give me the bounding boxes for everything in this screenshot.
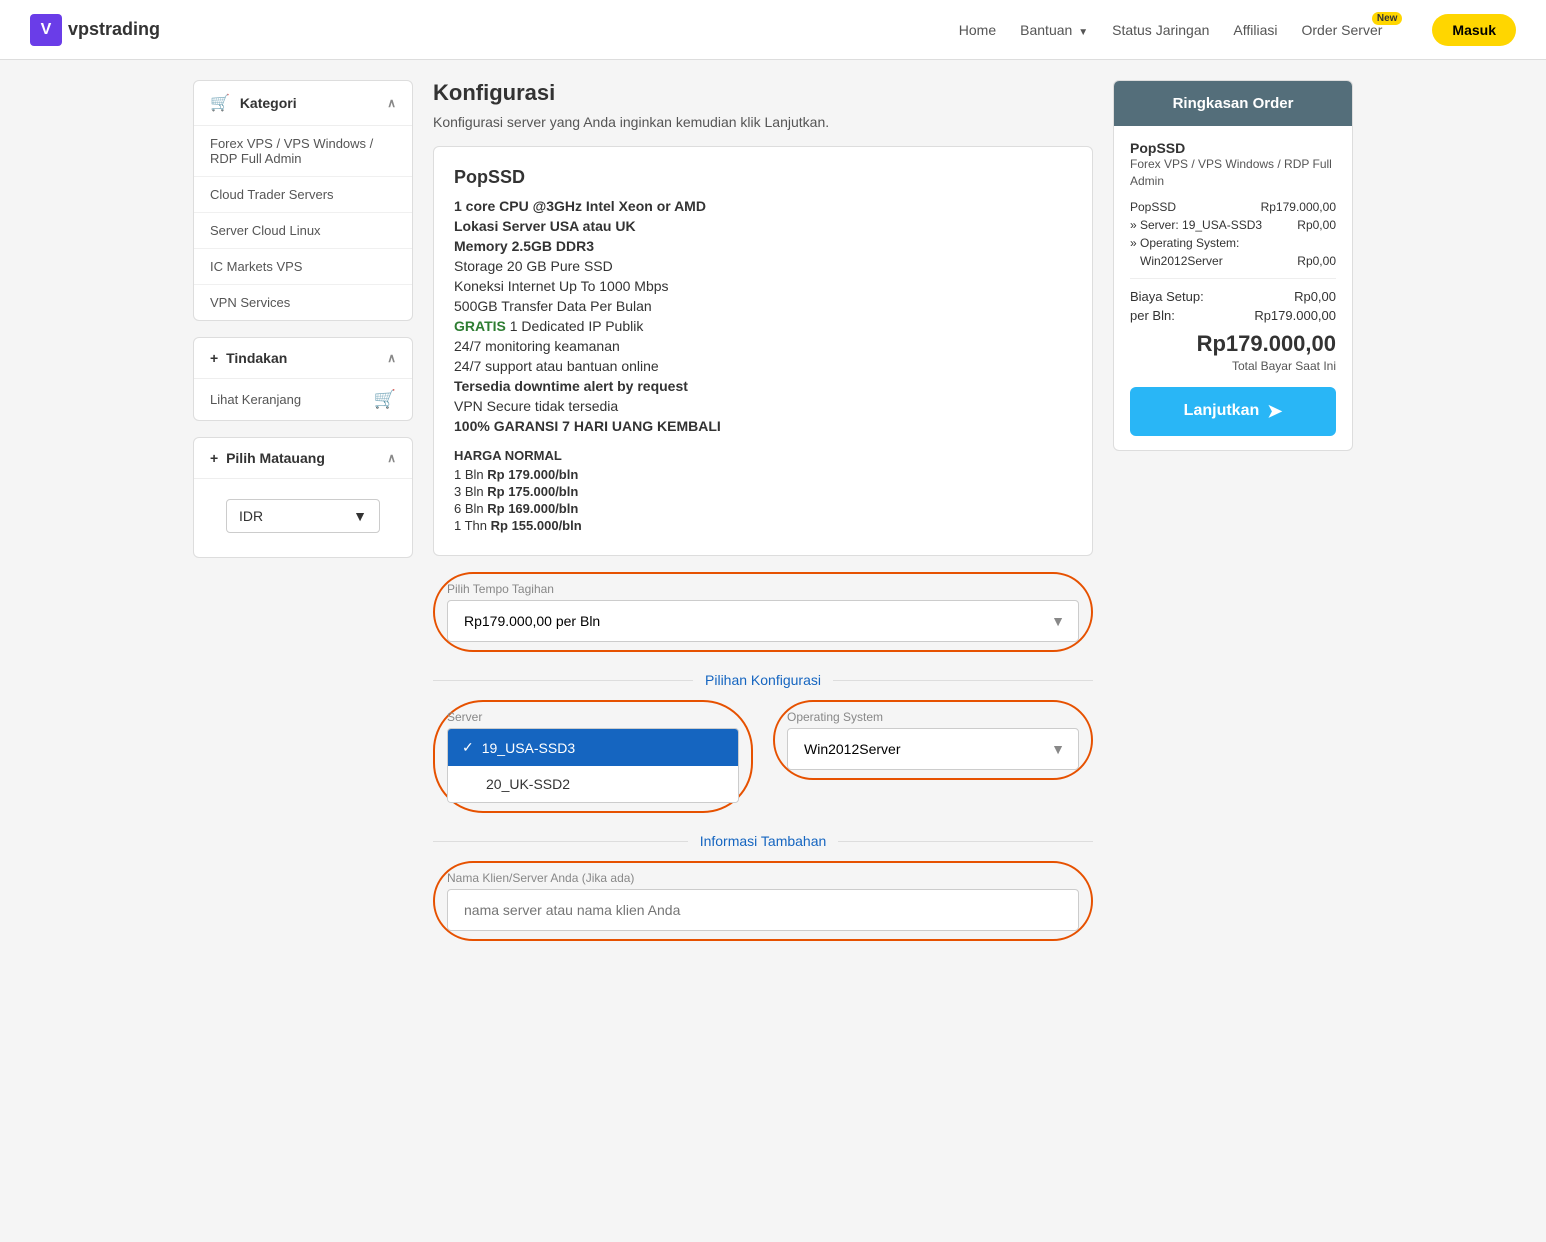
plus-matauang-icon: + [210, 450, 218, 466]
summary-body: PopSSD Forex VPS / VPS Windows / RDP Ful… [1114, 126, 1352, 450]
tindakan-card: + Tindakan ∧ Lihat Keranjang 🛒 [193, 337, 413, 421]
summary-divider [1130, 278, 1336, 279]
server-option-2[interactable]: 20_UK-SSD2 [448, 766, 738, 802]
spec-support: 24/7 support atau bantuan online [454, 358, 1072, 374]
os-annotation: Operating System Win2012Server Win2016Se… [773, 700, 1093, 780]
spec-downtime: Tersedia downtime alert by request [454, 378, 1072, 394]
pricing-section: HARGA NORMAL 1 Bln Rp 179.000/bln 3 Bln … [454, 448, 1072, 533]
additional-divider: Informasi Tambahan [433, 833, 1093, 849]
keranjang-cart-icon: 🛒 [374, 389, 396, 410]
spec-garansi: 100% GARANSI 7 HARI UANG KEMBALI [454, 418, 1072, 434]
kategori-chevron: ∧ [387, 96, 396, 110]
new-badge: New [1372, 12, 1403, 25]
tindakan-chevron: ∧ [387, 351, 396, 365]
spec-lokasi: Lokasi Server USA atau UK [454, 218, 1072, 234]
kategori-header[interactable]: 🛒 Kategori ∧ [194, 81, 412, 126]
summary-per-bln: per Bln: Rp179.000,00 [1130, 308, 1336, 323]
lihat-keranjang-button[interactable]: Lihat Keranjang 🛒 [194, 379, 412, 420]
nav-status[interactable]: Status Jaringan [1112, 22, 1209, 38]
nav-order-server[interactable]: Order Server New [1302, 22, 1383, 38]
os-label: Operating System [787, 710, 1079, 724]
matauang-card: + Pilih Matauang ∧ IDR ▼ [193, 437, 413, 558]
product-card: PopSSD 1 core CPU @3GHz Intel Xeon or AM… [433, 146, 1093, 556]
billing-annotation: Pilih Tempo Tagihan Rp179.000,00 per Bln… [433, 572, 1093, 652]
header: V vpstrading Home Bantuan ▼ Status Jarin… [0, 0, 1546, 60]
spec-ip: GRATIS 1 Dedicated IP Publik [454, 318, 1072, 334]
matauang-chevron: ∧ [387, 451, 396, 465]
nav-home[interactable]: Home [959, 22, 996, 38]
summary-line-os-label: » Operating System: [1130, 236, 1336, 250]
matauang-header[interactable]: + Pilih Matauang ∧ [194, 438, 412, 479]
content-area: Konfigurasi Konfigurasi server yang Anda… [433, 80, 1093, 941]
kategori-card: 🛒 Kategori ∧ Forex VPS / VPS Windows / R… [193, 80, 413, 321]
cart-kategori-icon: 🛒 [210, 95, 230, 112]
nav-bantuan[interactable]: Bantuan ▼ [1020, 22, 1088, 38]
pricing-title: HARGA NORMAL [454, 448, 1072, 463]
billing-label: Pilih Tempo Tagihan [447, 582, 1079, 596]
spec-monitoring: 24/7 monitoring keamanan [454, 338, 1072, 354]
logo-text: vpstrading [68, 19, 160, 40]
config-row: Server ✓ 19_USA-SSD3 20_UK-SSD2 [433, 700, 1093, 813]
tindakan-header[interactable]: + Tindakan ∧ [194, 338, 412, 379]
currency-select[interactable]: IDR ▼ [226, 499, 380, 533]
summary-product-cat: Forex VPS / VPS Windows / RDP Full Admin [1130, 156, 1336, 190]
os-select-wrapper: Win2012Server Win2016Server Win2019Serve… [787, 728, 1079, 770]
spec-cpu: 1 core CPU @3GHz Intel Xeon or AMD [454, 198, 1072, 214]
sidebar-item-ic-markets[interactable]: IC Markets VPS [194, 249, 412, 285]
summary-header: Ringkasan Order [1114, 81, 1352, 126]
summary-total-price: Rp179.000,00 [1130, 331, 1336, 357]
summary-total-label: Total Bayar Saat Ini [1130, 359, 1336, 373]
order-summary: Ringkasan Order PopSSD Forex VPS / VPS W… [1113, 80, 1353, 941]
lanjutkan-arrow-icon: ➤ [1267, 401, 1282, 422]
sidebar-item-forex-vps[interactable]: Forex VPS / VPS Windows / RDP Full Admin [194, 126, 412, 177]
price-6bln: 6 Bln Rp 169.000/bln [454, 501, 1072, 516]
masuk-button[interactable]: Masuk [1432, 14, 1516, 46]
billing-select-wrapper: Rp179.000,00 per Bln Rp175.000,00 per 3 … [447, 600, 1079, 642]
summary-setup: Biaya Setup: Rp0,00 [1130, 289, 1336, 304]
server-col: Server ✓ 19_USA-SSD3 20_UK-SSD2 [433, 700, 753, 813]
config-divider: Pilihan Konfigurasi [433, 672, 1093, 688]
spec-koneksi: Koneksi Internet Up To 1000 Mbps [454, 278, 1072, 294]
lanjutkan-button[interactable]: Lanjutkan ➤ [1130, 387, 1336, 436]
client-name-label: Nama Klien/Server Anda (Jika ada) [447, 871, 1079, 885]
client-name-input[interactable] [447, 889, 1079, 931]
sidebar: 🛒 Kategori ∧ Forex VPS / VPS Windows / R… [193, 80, 413, 941]
summary-line-server: » Server: 19_USA-SSD3 Rp0,00 [1130, 218, 1336, 232]
sidebar-item-cloud-trader[interactable]: Cloud Trader Servers [194, 177, 412, 213]
plus-tindakan-icon: + [210, 350, 218, 366]
server-dropdown[interactable]: ✓ 19_USA-SSD3 20_UK-SSD2 [447, 728, 739, 803]
price-3bln: 3 Bln Rp 175.000/bln [454, 484, 1072, 499]
os-col: Operating System Win2012Server Win2016Se… [773, 700, 1093, 813]
summary-product-name: PopSSD [1130, 140, 1336, 156]
spec-transfer: 500GB Transfer Data Per Bulan [454, 298, 1072, 314]
os-select[interactable]: Win2012Server Win2016Server Win2019Serve… [787, 728, 1079, 770]
spec-storage: Storage 20 GB Pure SSD [454, 258, 1072, 274]
server-annotation: Server ✓ 19_USA-SSD3 20_UK-SSD2 [433, 700, 753, 813]
sidebar-item-server-cloud[interactable]: Server Cloud Linux [194, 213, 412, 249]
main-layout: 🛒 Kategori ∧ Forex VPS / VPS Windows / R… [173, 60, 1373, 961]
product-name: PopSSD [454, 167, 1072, 188]
summary-line-os-value: Win2012Server Rp0,00 [1130, 254, 1336, 268]
logo-icon: V [30, 14, 62, 46]
gratis-text: GRATIS [454, 318, 506, 334]
summary-line-popssd: PopSSD Rp179.000,00 [1130, 200, 1336, 214]
page-subtitle: Konfigurasi server yang Anda inginkan ke… [433, 114, 1093, 130]
spec-vpn: VPN Secure tidak tersedia [454, 398, 1072, 414]
server-label: Server [447, 710, 739, 724]
server-option-1[interactable]: ✓ 19_USA-SSD3 [448, 729, 738, 766]
bantuan-chevron: ▼ [1078, 27, 1088, 38]
logo: V vpstrading [30, 14, 160, 46]
sidebar-item-vpn[interactable]: VPN Services [194, 285, 412, 320]
checkmark-icon: ✓ [462, 739, 474, 756]
page-title: Konfigurasi [433, 80, 1093, 106]
price-1bln: 1 Bln Rp 179.000/bln [454, 467, 1072, 482]
currency-chevron: ▼ [353, 508, 367, 524]
main-nav: Home Bantuan ▼ Status Jaringan Affiliasi… [959, 14, 1516, 46]
billing-select[interactable]: Rp179.000,00 per Bln Rp175.000,00 per 3 … [447, 600, 1079, 642]
summary-card: Ringkasan Order PopSSD Forex VPS / VPS W… [1113, 80, 1353, 451]
client-name-annotation: Nama Klien/Server Anda (Jika ada) [433, 861, 1093, 941]
nav-affiliasi[interactable]: Affiliasi [1233, 22, 1277, 38]
price-1thn: 1 Thn Rp 155.000/bln [454, 518, 1072, 533]
spec-memory: Memory 2.5GB DDR3 [454, 238, 1072, 254]
